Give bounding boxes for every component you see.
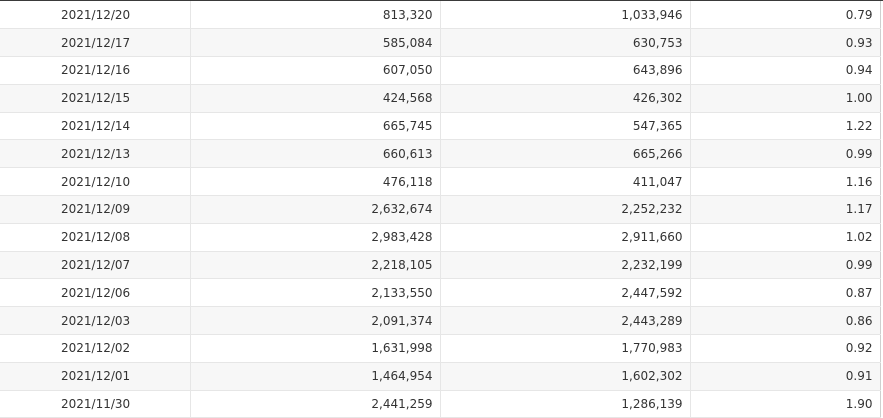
date-cell: 2021/12/14 <box>0 112 191 141</box>
value-a-cell: 665,745 <box>190 112 441 141</box>
date-text: 2021/12/17 <box>61 35 131 50</box>
date-cell: 2021/12/01 <box>0 362 191 391</box>
date-cell: 2021/12/09 <box>0 195 191 224</box>
date-text: 2021/12/09 <box>61 202 131 217</box>
table-row: 2021/12/01 1,464,954 1,602,302 0.91 <box>0 362 881 391</box>
ratio-cell: 1.17 <box>690 195 881 224</box>
data-table-container: 2021/12/20 813,320 1,033,946 0.79 2021/1… <box>0 0 883 418</box>
table-row: 2021/12/17 585,084 630,753 0.93 <box>0 28 881 58</box>
date-cell: 2021/12/10 <box>0 167 191 197</box>
date-cell: 2021/12/13 <box>0 139 191 169</box>
ratio-cell: 1.16 <box>690 167 881 197</box>
table-row: 2021/12/20 813,320 1,033,946 0.79 <box>0 1 881 30</box>
value-a-cell: 660,613 <box>190 139 441 169</box>
date-text: 2021/12/13 <box>61 146 131 161</box>
value-b-cell: 411,047 <box>440 167 691 197</box>
value-b-cell: 630,753 <box>440 28 691 58</box>
ratio-cell: 1.22 <box>690 112 881 141</box>
value-b-cell: 1,033,946 <box>440 1 691 30</box>
date-text: 2021/12/20 <box>61 7 131 22</box>
value-b-cell: 2,911,660 <box>440 223 691 252</box>
ratio-cell: 0.94 <box>690 56 881 85</box>
value-b-cell: 426,302 <box>440 84 691 113</box>
date-cell: 2021/12/07 <box>0 251 191 280</box>
date-cell: 2021/12/15 <box>0 84 191 113</box>
table-body: 2021/12/20 813,320 1,033,946 0.79 2021/1… <box>0 1 881 418</box>
value-a-cell: 1,631,998 <box>190 334 441 363</box>
date-text: 2021/12/01 <box>61 369 131 384</box>
value-a-cell: 2,218,105 <box>190 251 441 280</box>
date-cell: 2021/12/08 <box>0 223 191 252</box>
date-text: 2021/12/07 <box>61 258 131 273</box>
value-a-cell: 2,632,674 <box>190 195 441 224</box>
ratio-cell: 0.93 <box>690 28 881 58</box>
table-row: 2021/12/06 2,133,550 2,447,592 0.87 <box>0 278 881 308</box>
value-a-cell: 2,441,259 <box>190 390 441 418</box>
value-a-cell: 585,084 <box>190 28 441 58</box>
value-b-cell: 2,447,592 <box>440 278 691 308</box>
table-row: 2021/12/02 1,631,998 1,770,983 0.92 <box>0 334 881 363</box>
date-cell: 2021/12/03 <box>0 306 191 336</box>
value-b-cell: 2,443,289 <box>440 306 691 336</box>
table-row: 2021/12/07 2,218,105 2,232,199 0.99 <box>0 251 881 280</box>
ratio-cell: 0.79 <box>690 1 881 30</box>
date-text: 2021/12/16 <box>61 63 131 78</box>
date-text: 2021/12/10 <box>61 174 131 189</box>
value-a-cell: 424,568 <box>190 84 441 113</box>
table-row: 2021/12/16 607,050 643,896 0.94 <box>0 56 881 85</box>
date-text: 2021/12/03 <box>61 313 131 328</box>
value-b-cell: 547,365 <box>440 112 691 141</box>
ratio-cell: 0.87 <box>690 278 881 308</box>
date-text: 2021/12/06 <box>61 285 131 300</box>
ratio-cell: 0.92 <box>690 334 881 363</box>
ratio-cell: 0.86 <box>690 306 881 336</box>
value-a-cell: 2,091,374 <box>190 306 441 336</box>
date-text: 2021/11/30 <box>61 397 131 412</box>
ratio-cell: 1.00 <box>690 84 881 113</box>
table-row: 2021/12/03 2,091,374 2,443,289 0.86 <box>0 306 881 336</box>
value-b-cell: 1,286,139 <box>440 390 691 418</box>
table-row: 2021/11/30 2,441,259 1,286,139 1.90 <box>0 390 881 418</box>
value-b-cell: 2,252,232 <box>440 195 691 224</box>
table-row: 2021/12/14 665,745 547,365 1.22 <box>0 112 881 141</box>
data-table: 2021/12/20 813,320 1,033,946 0.79 2021/1… <box>0 1 881 418</box>
ratio-cell: 0.99 <box>690 139 881 169</box>
date-cell: 2021/12/06 <box>0 278 191 308</box>
value-a-cell: 1,464,954 <box>190 362 441 391</box>
ratio-cell: 0.99 <box>690 251 881 280</box>
value-a-cell: 813,320 <box>190 1 441 30</box>
table-row: 2021/12/10 476,118 411,047 1.16 <box>0 167 881 197</box>
date-cell: 2021/12/02 <box>0 334 191 363</box>
value-a-cell: 476,118 <box>190 167 441 197</box>
value-b-cell: 665,266 <box>440 139 691 169</box>
date-cell: 2021/11/30 <box>0 390 191 418</box>
date-text: 2021/12/08 <box>61 230 131 245</box>
ratio-cell: 1.90 <box>690 390 881 418</box>
table-row: 2021/12/15 424,568 426,302 1.00 <box>0 84 881 113</box>
value-b-cell: 1,602,302 <box>440 362 691 391</box>
date-text: 2021/12/15 <box>61 91 131 106</box>
ratio-cell: 0.91 <box>690 362 881 391</box>
table-row: 2021/12/13 660,613 665,266 0.99 <box>0 139 881 169</box>
value-a-cell: 2,133,550 <box>190 278 441 308</box>
date-cell: 2021/12/16 <box>0 56 191 85</box>
value-a-cell: 2,983,428 <box>190 223 441 252</box>
ratio-cell: 1.02 <box>690 223 881 252</box>
value-b-cell: 643,896 <box>440 56 691 85</box>
date-cell: 2021/12/17 <box>0 28 191 58</box>
date-text: 2021/12/02 <box>61 341 131 356</box>
value-b-cell: 1,770,983 <box>440 334 691 363</box>
date-text: 2021/12/14 <box>61 119 131 134</box>
value-a-cell: 607,050 <box>190 56 441 85</box>
date-cell: 2021/12/20 <box>0 1 191 30</box>
value-b-cell: 2,232,199 <box>440 251 691 280</box>
table-row: 2021/12/08 2,983,428 2,911,660 1.02 <box>0 223 881 252</box>
table-row: 2021/12/09 2,632,674 2,252,232 1.17 <box>0 195 881 224</box>
